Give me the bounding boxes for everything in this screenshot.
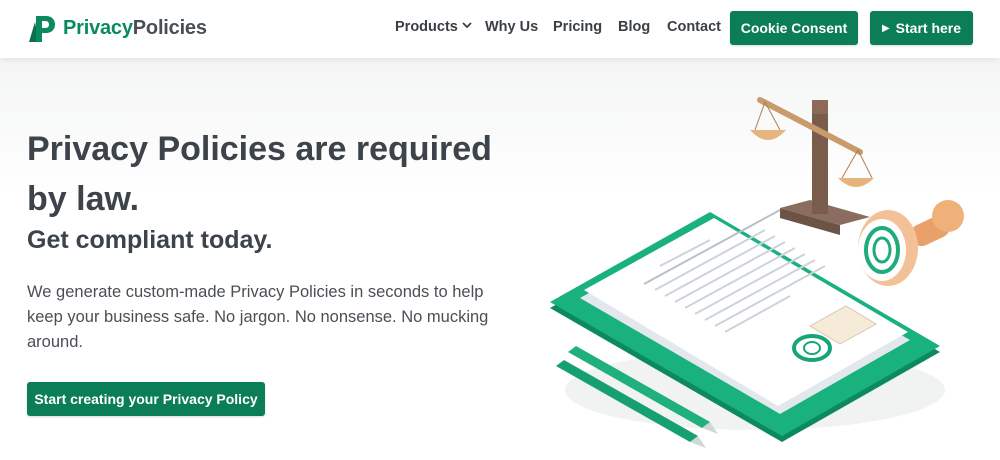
cookie-consent-label: Cookie Consent (740, 20, 848, 36)
start-here-button[interactable]: ▶ Start here (870, 11, 973, 45)
logo[interactable]: PrivacyPolicies (27, 12, 207, 44)
nav-products-label: Products (395, 19, 458, 35)
start-creating-policy-button[interactable]: Start creating your Privacy Policy (27, 382, 265, 416)
logo-text-privacy: Privacy (63, 16, 133, 39)
chevron-down-icon (462, 22, 472, 29)
site-header: PrivacyPolicies Products Why Us Pricing … (0, 0, 1000, 58)
nav-contact[interactable]: Contact (667, 19, 721, 35)
hero-headline: Privacy Policies are required by law. (27, 130, 492, 218)
legal-documents-illustration (550, 97, 964, 448)
nav-pricing[interactable]: Pricing (553, 19, 602, 35)
nav-blog[interactable]: Blog (618, 19, 650, 35)
nav-products[interactable]: Products (395, 19, 472, 35)
start-here-label: Start here (895, 20, 962, 36)
logo-text-policies: Policies (132, 16, 207, 39)
nav-why-us[interactable]: Why Us (485, 19, 538, 35)
cookie-consent-button[interactable]: Cookie Consent (730, 11, 858, 45)
logo-icon (29, 16, 55, 42)
hero-subheadline: Get compliant today. (27, 226, 273, 254)
hero-description: We generate custom-made Privacy Policies… (27, 283, 489, 351)
cta-label: Start creating your Privacy Policy (34, 391, 258, 407)
scales-icon (750, 97, 874, 235)
play-icon: ▶ (881, 22, 890, 34)
stamp-icon (858, 200, 964, 286)
